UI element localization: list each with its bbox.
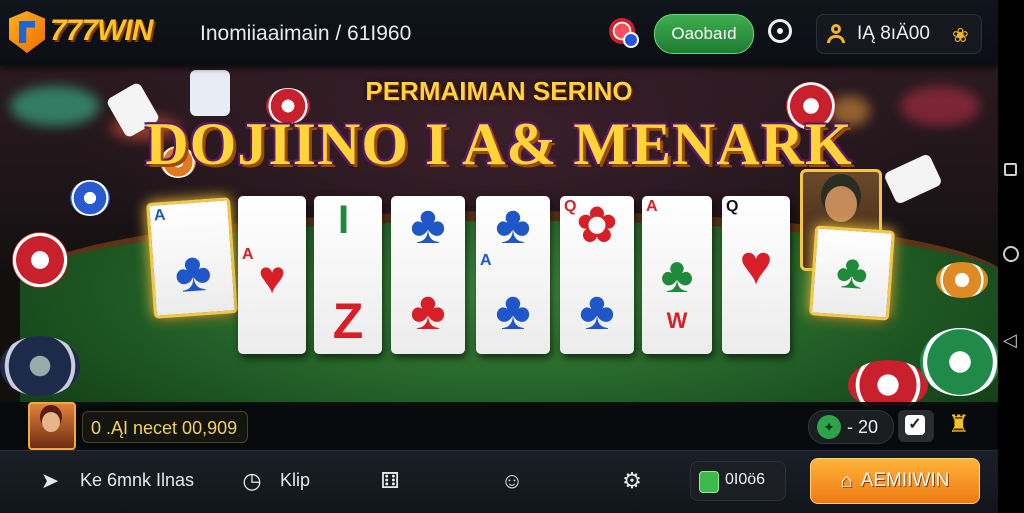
- card-mark: W: [666, 308, 688, 333]
- table-card[interactable]: Q ♥: [722, 196, 790, 354]
- player-hand-card[interactable]: A ♣: [146, 197, 238, 319]
- club-icon: ♣: [172, 238, 214, 305]
- player-avatar[interactable]: [28, 402, 76, 450]
- system-nav-bar: ◁: [998, 0, 1024, 512]
- back-icon[interactable]: ◁: [1003, 330, 1017, 351]
- trophy-icon[interactable]: ♜: [948, 410, 970, 439]
- logo-text: 777WIN: [50, 14, 153, 47]
- heart-icon: ♥: [739, 233, 773, 296]
- balance-box[interactable]: IĄ 8ıӒ00 ❀: [816, 14, 982, 54]
- club-icon: ♣: [834, 244, 870, 301]
- chip-icon[interactable]: [609, 18, 639, 48]
- gear-icon[interactable]: ⚙: [618, 467, 646, 495]
- home-icon: ⌂: [840, 469, 853, 492]
- table-card[interactable]: A ♥: [238, 196, 306, 354]
- check-button[interactable]: ✓: [898, 410, 934, 442]
- club-icon: ♣: [410, 196, 446, 255]
- nav-item-main[interactable]: Ke 6mnk Ilnas: [80, 470, 194, 491]
- wallet-icon: [699, 471, 719, 493]
- send-icon[interactable]: ➤: [36, 467, 64, 495]
- clock-nav-icon[interactable]: ◷: [238, 467, 266, 495]
- card-rank: A: [646, 198, 658, 215]
- bolt-icon: ✦: [817, 415, 841, 439]
- card-mark: Z: [332, 293, 364, 349]
- table-card[interactable]: I Z: [314, 196, 382, 354]
- card-rank: A: [153, 206, 167, 225]
- bottom-nav: ➤ Ke 6mnk Ilnas ◷ Klip ⚅ ☺ ⚙ 0I0ö6 ⌂ AEM…: [0, 450, 998, 513]
- play-button[interactable]: ⌂ AEMIIWIN: [810, 458, 980, 504]
- club-icon: ♣: [410, 281, 446, 341]
- vip-button[interactable]: Oaobaıd: [654, 14, 754, 54]
- club-icon: ♣: [579, 281, 615, 341]
- recents-icon[interactable]: [1004, 163, 1017, 176]
- poker-chip: [12, 232, 68, 288]
- poker-chip: [70, 180, 110, 216]
- table-card[interactable]: A ♣ W: [642, 196, 712, 354]
- table-card[interactable]: ♣ ♣: [391, 196, 465, 354]
- poker-chip: [848, 360, 928, 406]
- bet-display: 0 .ĄI necet 00,909: [82, 411, 248, 443]
- gift-icon[interactable]: ❀: [952, 23, 969, 48]
- coin-display[interactable]: 0I0ö6: [690, 461, 786, 501]
- poker-chip: [0, 336, 80, 396]
- check-icon: ✓: [905, 415, 925, 435]
- poker-chip: [920, 328, 998, 396]
- club-icon: ♣: [660, 247, 694, 303]
- poker-chip: [936, 262, 988, 298]
- status-bar: 0 .ĄI necet 00,909 ✦ - 20 ✓ ♜: [0, 402, 998, 450]
- coin-value: 0I0ö6: [725, 471, 766, 488]
- table-card[interactable]: Q ✿ ♣: [560, 196, 634, 354]
- user-icon: [827, 24, 845, 43]
- flower-icon: ✿: [576, 197, 618, 253]
- game-scene: PERMAIMAN SERINO DOJIINO I A& MENARK A ♣…: [0, 66, 998, 406]
- card-rank: Q: [726, 198, 739, 215]
- club-icon: ♣: [495, 196, 531, 255]
- card-rank: I: [338, 198, 350, 242]
- nav-item-clip[interactable]: Klip: [280, 470, 310, 491]
- clock-icon[interactable]: [768, 19, 792, 43]
- play-button-label: AEMIIWIN: [860, 470, 950, 491]
- top-bar: 777WIN Inomiiaaimain / 61I960 Oaobaıd IĄ…: [0, 0, 998, 66]
- chat-icon[interactable]: ☺: [498, 467, 526, 495]
- breadcrumb-title[interactable]: Inomiiaaimain / 61I960: [200, 22, 411, 46]
- score-box: ✦ - 20: [808, 410, 894, 444]
- logo-shield-icon: [9, 11, 45, 53]
- score-value: - 20: [847, 417, 879, 437]
- table-card[interactable]: A ♣ ♣: [476, 196, 550, 354]
- banner-subtitle: PERMAIMAN SERINO: [365, 76, 633, 106]
- dealer-card[interactable]: ♣: [808, 225, 896, 321]
- home-system-icon[interactable]: [1003, 246, 1019, 262]
- heart-icon: ♥: [258, 251, 286, 303]
- dice-icon[interactable]: ⚅: [376, 467, 404, 495]
- balance-value: IĄ 8ıӒ00: [857, 23, 930, 44]
- club-icon: ♣: [495, 281, 531, 341]
